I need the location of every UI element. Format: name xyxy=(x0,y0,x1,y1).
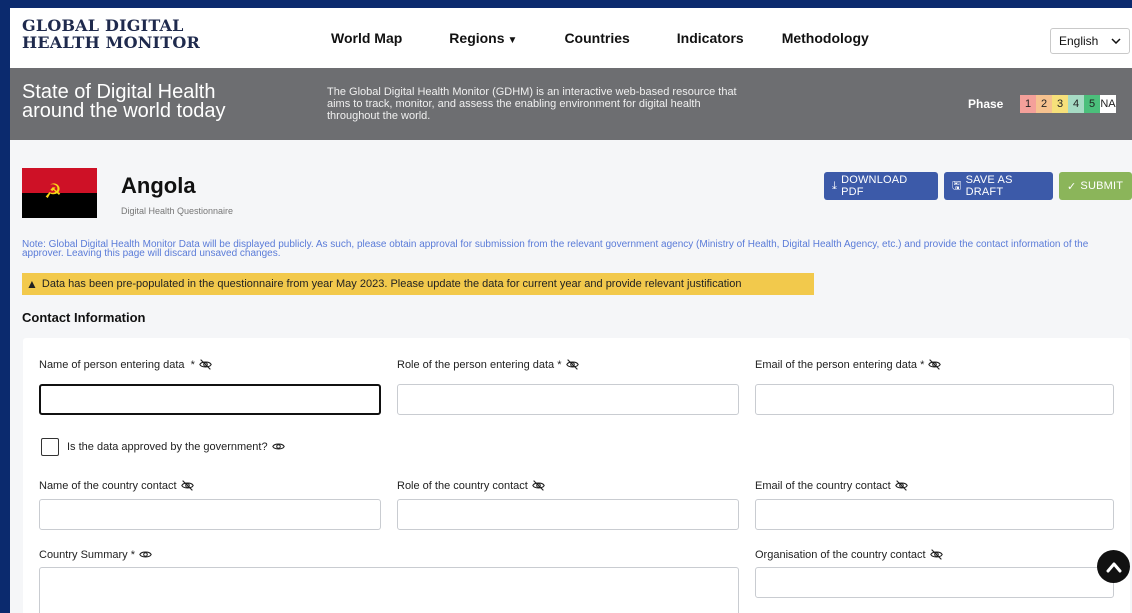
email-label-text: Email of the person entering data xyxy=(755,358,918,371)
eye-slash-icon[interactable] xyxy=(199,358,212,371)
language-select[interactable]: English xyxy=(1050,28,1130,54)
approved-checkbox[interactable] xyxy=(41,438,59,456)
chevron-up-icon xyxy=(1106,562,1121,572)
country-contact-name-text: Name of the country contact xyxy=(39,479,177,492)
download-pdf-button[interactable]: ⤓ DOWNLOAD PDF xyxy=(824,172,938,200)
eye-slash-icon[interactable] xyxy=(565,358,579,371)
section-title: Contact Information xyxy=(22,310,146,325)
nav-regions[interactable]: Regions ▼ xyxy=(449,30,517,46)
country-subtitle: Digital Health Questionnaire xyxy=(121,206,234,216)
draft-label: SAVE AS DRAFT xyxy=(965,174,1013,198)
phase-na: NA xyxy=(1100,95,1116,113)
eye-slash-icon[interactable] xyxy=(532,479,545,492)
name-label-text: Name of person entering data xyxy=(39,358,185,371)
eye-icon[interactable] xyxy=(139,548,152,561)
role-input[interactable] xyxy=(397,384,739,415)
submit-label: SUBMIT xyxy=(1080,180,1124,192)
nav-indicators[interactable]: Indicators xyxy=(677,30,744,46)
phase-3: 3 xyxy=(1052,95,1068,113)
phase-4: 4 xyxy=(1068,95,1084,113)
logo-line1: GLOBAL DIGITAL xyxy=(22,16,184,35)
warning-icon: ▲ xyxy=(26,277,38,291)
flag-top-band: ☭ xyxy=(22,168,97,203)
country-summary-text: Country Summary xyxy=(39,548,128,561)
caret-down-icon: ▼ xyxy=(507,35,518,46)
banner-title: State of Digital Health around the world… xyxy=(22,82,226,122)
nav-world-map[interactable]: World Map xyxy=(331,30,402,46)
approved-label: Is the data approved by the government? xyxy=(67,440,285,453)
app-frame: GLOBAL DIGITAL HEALTH MONITOR World Map … xyxy=(10,8,1132,613)
name-input[interactable] xyxy=(39,384,381,415)
nav-methodology[interactable]: Methodology xyxy=(782,30,869,46)
logo-line2: HEALTH MONITOR xyxy=(22,33,200,52)
country-flag: ☭ xyxy=(22,168,97,218)
check-icon: ✓ xyxy=(1067,180,1077,193)
nav-links: World Map Regions ▼ Countries Indicators … xyxy=(331,30,869,46)
role-label-text: Role of the person entering data xyxy=(397,358,555,371)
country-name: Angola xyxy=(121,173,196,198)
hero-banner: State of Digital Health around the world… xyxy=(10,68,1132,140)
name-field-label: Name of person entering data * xyxy=(39,358,212,371)
download-icon: ⤓ xyxy=(832,179,838,192)
country-contact-role-text: Role of the country contact xyxy=(397,479,528,492)
country-contact-name-input[interactable] xyxy=(39,499,381,530)
eye-icon[interactable] xyxy=(271,440,285,453)
language-value: English xyxy=(1059,34,1099,48)
phase-label: Phase xyxy=(968,97,1004,111)
banner-description: The Global Digital Health Monitor (GDHM)… xyxy=(327,86,737,122)
country-contact-email-text: Email of the country contact xyxy=(755,479,891,492)
chevron-down-icon xyxy=(1111,38,1121,44)
save-icon: 🖫 xyxy=(952,179,962,192)
org-contact-text: Organisation of the country contact xyxy=(755,548,926,561)
role-field-label: Role of the person entering data * xyxy=(397,358,579,371)
email-field-label: Email of the person entering data * xyxy=(755,358,942,371)
phase-scale: 1 2 3 4 5 NA xyxy=(1020,95,1116,113)
phase-5: 5 xyxy=(1084,95,1100,113)
eye-slash-icon[interactable] xyxy=(928,358,942,371)
approved-label-text: Is the data approved by the government? xyxy=(67,440,268,453)
email-input[interactable] xyxy=(755,384,1114,415)
prepopulated-warning: ▲ Data has been pre-populated in the ques… xyxy=(22,273,814,295)
country-contact-email-label: Email of the country contact xyxy=(755,479,908,492)
org-contact-input[interactable] xyxy=(755,567,1114,598)
country-contact-role-label: Role of the country contact xyxy=(397,479,545,492)
banner-title-line2: around the world today xyxy=(22,100,226,122)
scroll-top-button[interactable] xyxy=(1097,550,1130,583)
org-contact-label: Organisation of the country contact xyxy=(755,548,943,561)
phase-2: 2 xyxy=(1036,95,1052,113)
flag-emblem-icon: ☭ xyxy=(44,181,62,203)
nav-countries[interactable]: Countries xyxy=(564,30,629,46)
eye-slash-icon[interactable] xyxy=(929,548,943,561)
eye-slash-icon[interactable] xyxy=(894,479,908,492)
submit-button[interactable]: ✓ SUBMIT xyxy=(1059,172,1132,200)
warning-text: Data has been pre-populated in the quest… xyxy=(41,278,742,290)
country-summary-textarea[interactable] xyxy=(39,567,739,613)
country-summary-label: Country Summary * xyxy=(39,548,152,561)
nav-regions-label: Regions xyxy=(449,30,505,46)
phase-1: 1 xyxy=(1020,95,1036,113)
top-nav: GLOBAL DIGITAL HEALTH MONITOR World Map … xyxy=(10,8,1132,68)
country-contact-role-input[interactable] xyxy=(397,499,739,530)
eye-slash-icon[interactable] xyxy=(180,479,194,492)
publication-note: Note: Global Digital Health Monitor Data… xyxy=(22,239,1089,259)
contact-form-card: Name of person entering data * Role of t… xyxy=(23,338,1130,613)
site-logo[interactable]: GLOBAL DIGITAL HEALTH MONITOR xyxy=(22,17,200,51)
save-draft-button[interactable]: 🖫 SAVE AS DRAFT xyxy=(944,172,1053,200)
download-label: DOWNLOAD PDF xyxy=(841,174,908,198)
country-contact-name-label: Name of the country contact xyxy=(39,479,194,492)
country-contact-email-input[interactable] xyxy=(755,499,1114,530)
